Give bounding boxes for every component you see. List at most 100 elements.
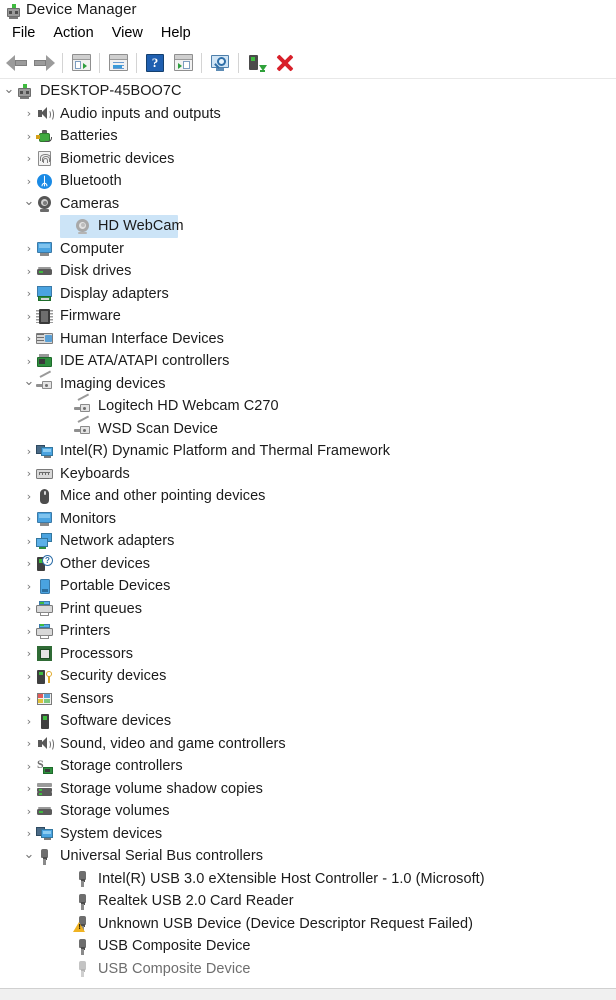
tree-item-label: Storage controllers	[60, 758, 183, 775]
tree-item-label: Firmware	[60, 308, 121, 325]
chevron-right-icon[interactable]: ›	[22, 467, 36, 481]
tree-item[interactable]: › ᛦ Bluetooth	[0, 170, 616, 193]
tree-item[interactable]: › Batteries	[0, 125, 616, 148]
chevron-right-icon[interactable]: ›	[22, 624, 36, 638]
tree-item[interactable]: › Sound, video and game controllers	[0, 733, 616, 756]
tree-item[interactable]: › Computer	[0, 238, 616, 261]
chevron-right-icon[interactable]: ›	[22, 242, 36, 256]
tree-item[interactable]: › Biometric devices	[0, 148, 616, 171]
tree-item[interactable]: › Keyboards	[0, 463, 616, 486]
menu-action[interactable]: Action	[44, 22, 102, 45]
tree-item[interactable]: ⌄ Imaging devices	[0, 370, 616, 396]
tree-item[interactable]: ›? Other devices	[0, 553, 616, 576]
chevron-right-icon[interactable]: ›	[22, 287, 36, 301]
chevron-right-icon[interactable]: ›	[22, 444, 36, 458]
tree-item[interactable]: USB Composite Device	[0, 935, 616, 958]
tree-item[interactable]: ⌄ DESKTOP-45BOO7C	[0, 80, 616, 103]
tree-item[interactable]: › Human Interface Devices	[0, 328, 616, 351]
chevron-down-icon[interactable]: ⌄	[22, 847, 36, 862]
tree-item[interactable]: › System devices	[0, 823, 616, 846]
chevron-right-icon[interactable]: ›	[22, 669, 36, 683]
tree-item-label: USB Composite Device	[98, 960, 251, 977]
camera-icon	[36, 195, 53, 212]
chevron-right-icon[interactable]: ›	[22, 782, 36, 796]
tree-item[interactable]: › S Storage controllers	[0, 755, 616, 778]
chevron-right-icon[interactable]: ›	[22, 174, 36, 188]
chevron-right-icon[interactable]: ›	[22, 512, 36, 526]
scan-for-hardware-changes-button[interactable]	[206, 49, 234, 77]
help-button[interactable]: ?	[141, 49, 169, 77]
chevron-right-icon[interactable]: ›	[22, 714, 36, 728]
tree-item[interactable]: › Portable Devices	[0, 575, 616, 598]
chevron-right-icon[interactable]: ›	[22, 534, 36, 548]
chevron-down-icon[interactable]: ⌄	[22, 374, 36, 389]
tree-item-label: WSD Scan Device	[98, 420, 219, 437]
chevron-right-icon[interactable]: ›	[22, 737, 36, 751]
tree-item-label: Universal Serial Bus controllers	[60, 848, 264, 865]
tree-item[interactable]: ⌄ Universal Serial Bus controllers	[0, 845, 616, 868]
chevron-right-icon[interactable]: ›	[22, 129, 36, 143]
menu-file[interactable]: File	[3, 22, 44, 45]
chevron-down-icon[interactable]: ⌄	[22, 194, 36, 209]
tree-item[interactable]: › Audio inputs and outputs	[0, 103, 616, 126]
chevron-right-icon[interactable]: ›	[22, 332, 36, 346]
tree-item[interactable]: USB Composite Device	[0, 958, 616, 981]
monitor-icon	[36, 510, 53, 527]
usb-icon	[74, 870, 91, 888]
tree-item[interactable]: ! Unknown USB Device (Device Descriptor R…	[0, 913, 616, 936]
chevron-right-icon[interactable]: ›	[22, 602, 36, 616]
tree-item[interactable]: Intel(R) USB 3.0 eXtensible Host Control…	[0, 868, 616, 891]
tree-item[interactable]: › Intel(R) Dynamic Platform and Thermal F…	[0, 440, 616, 463]
tree-item[interactable]: › Storage volumes	[0, 800, 616, 823]
chevron-down-icon[interactable]: ⌄	[2, 82, 16, 97]
tree-item[interactable]: › Printers	[0, 620, 616, 643]
tree-item[interactable]: › Network adapters	[0, 530, 616, 553]
chevron-right-icon[interactable]: ›	[22, 264, 36, 278]
title-bar: Device Manager	[0, 0, 616, 19]
show-hide-console-tree-button[interactable]	[67, 49, 95, 77]
tree-item-label: Monitors	[60, 510, 116, 527]
chevron-right-icon[interactable]: ›	[22, 692, 36, 706]
forward-button[interactable]	[30, 49, 58, 77]
tree-item[interactable]: › Print queues	[0, 598, 616, 621]
tree-item-selected[interactable]: HD WebCam	[0, 215, 616, 238]
tree-item[interactable]: Logitech HD Webcam C270	[0, 393, 616, 418]
chevron-right-icon[interactable]: ›	[22, 804, 36, 818]
update-driver-button[interactable]	[169, 49, 197, 77]
tree-item[interactable]: › Monitors	[0, 508, 616, 531]
menu-view[interactable]: View	[103, 22, 152, 45]
tree-item[interactable]: › Disk drives	[0, 260, 616, 283]
chevron-right-icon[interactable]: ›	[22, 107, 36, 121]
chevron-right-icon[interactable]: ›	[22, 647, 36, 661]
tree-item[interactable]: › Display adapters	[0, 283, 616, 306]
chevron-right-icon[interactable]: ›	[22, 354, 36, 368]
tree-item[interactable]: › Mice and other pointing devices	[0, 485, 616, 508]
tree-item[interactable]: › IDE ATA/ATAPI controllers	[0, 350, 616, 373]
tree-item[interactable]: › Security devices	[0, 665, 616, 688]
sensor-icon	[36, 690, 53, 707]
tree-item[interactable]: ⌄ Cameras	[0, 193, 616, 216]
tree-item[interactable]: › Processors	[0, 643, 616, 666]
device-tree[interactable]: ⌄ DESKTOP-45BOO7C › Audio inputs and output…	[0, 80, 616, 988]
chevron-right-icon[interactable]: ›	[22, 827, 36, 841]
tree-item[interactable]: WSD Scan Device	[0, 415, 616, 441]
uninstall-device-button[interactable]	[271, 49, 299, 77]
tree-item[interactable]: › Storage volume shadow copies	[0, 778, 616, 801]
chevron-right-icon[interactable]: ›	[22, 309, 36, 323]
chevron-right-icon[interactable]: ›	[22, 759, 36, 773]
tree-item-label: Printers	[60, 623, 111, 640]
tree-item[interactable]: › Software devices	[0, 710, 616, 733]
chevron-right-icon[interactable]: ›	[22, 489, 36, 503]
software-device-icon	[36, 713, 53, 730]
menu-help[interactable]: Help	[152, 22, 200, 45]
enable-device-button[interactable]	[243, 49, 271, 77]
usb-icon	[74, 938, 91, 955]
chevron-right-icon[interactable]: ›	[22, 152, 36, 166]
tree-item[interactable]: Realtek USB 2.0 Card Reader	[0, 890, 616, 913]
tree-item[interactable]: › Firmware	[0, 305, 616, 328]
tree-item[interactable]: › Sensors	[0, 688, 616, 711]
chevron-right-icon[interactable]: ›	[22, 579, 36, 593]
back-button[interactable]	[2, 49, 30, 77]
chevron-right-icon[interactable]: ›	[22, 557, 36, 571]
properties-button[interactable]	[104, 49, 132, 77]
